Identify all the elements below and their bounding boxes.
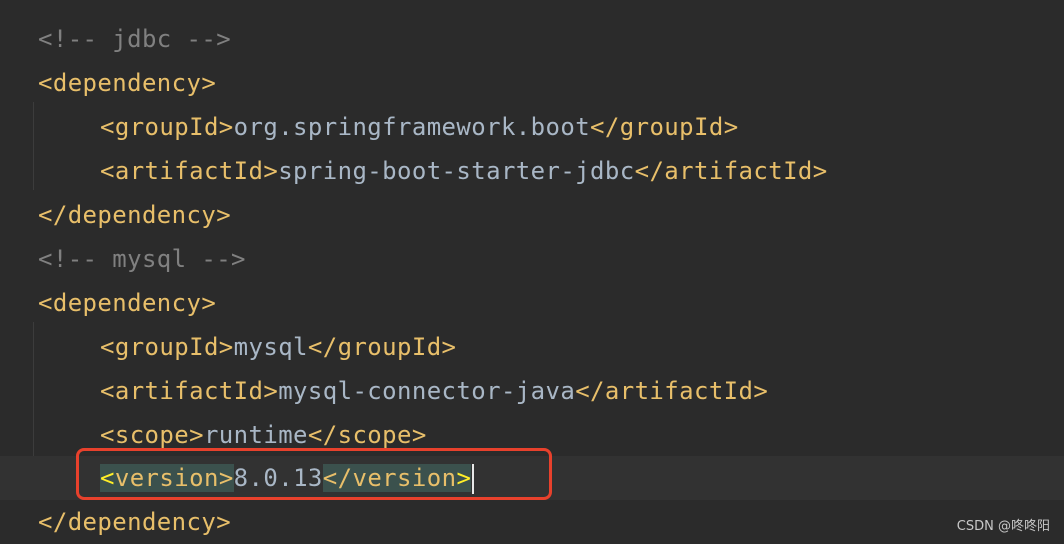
xml-open-tag: <dependency> (38, 69, 217, 97)
xml-element: <groupId>org.springframework.boot</group… (100, 105, 739, 149)
code-line[interactable]: <groupId>org.springframework.boot</group… (0, 105, 1064, 149)
xml-close-tag: </groupId> (307, 333, 457, 361)
xml-open-tag: <groupId> (100, 113, 234, 141)
xml-comment: <!-- jdbc --> (38, 25, 232, 53)
xml-element: <artifactId>mysql-connector-java</artifa… (100, 369, 768, 413)
code-line[interactable]: </dependency> (0, 500, 1064, 544)
code-line[interactable]: <artifactId>mysql-connector-java</artifa… (0, 369, 1064, 413)
xml-value: mysql-connector-java (278, 377, 576, 405)
code-line[interactable]: <dependency> (0, 281, 1064, 325)
code-line[interactable]: <!-- jdbc --> (0, 17, 1064, 61)
xml-open-tag: <artifactId> (100, 157, 279, 185)
code-line[interactable]: <!-- mysql --> (0, 237, 1064, 281)
xml-open-tag: <dependency> (38, 289, 217, 317)
code-editor[interactable]: <!-- jdbc --> <dependency> <groupId>org.… (0, 0, 1064, 544)
watermark: CSDN @咚咚阳 (956, 519, 1050, 534)
xml-open-tag: <groupId> (100, 333, 234, 361)
xml-close-tag: </groupId> (590, 113, 739, 141)
code-line[interactable]: <groupId>mysql</groupId> (0, 325, 1064, 369)
xml-value: runtime (203, 421, 308, 449)
xml-close-tag: </artifactId> (575, 377, 769, 405)
xml-open-tag: <scope> (100, 421, 204, 449)
xml-element: <groupId>mysql</groupId> (100, 325, 456, 369)
code-line[interactable]: </dependency> (0, 193, 1064, 237)
xml-value: spring-boot-starter-jdbc (278, 157, 635, 185)
xml-comment: <!-- mysql --> (38, 245, 246, 273)
xml-close-tag: </dependency> (38, 508, 232, 536)
xml-open-tag: <artifactId> (100, 377, 279, 405)
annotation-highlight-box (76, 448, 552, 500)
xml-value: mysql (233, 333, 308, 361)
xml-close-tag: </dependency> (38, 201, 232, 229)
xml-value: org.springframework.boot (233, 113, 591, 141)
xml-element: <artifactId>spring-boot-starter-jdbc</ar… (100, 149, 828, 193)
code-line[interactable]: <dependency> (0, 61, 1064, 105)
code-line[interactable]: <artifactId>spring-boot-starter-jdbc</ar… (0, 149, 1064, 193)
xml-close-tag: </scope> (307, 421, 427, 449)
xml-close-tag: </artifactId> (634, 157, 828, 185)
